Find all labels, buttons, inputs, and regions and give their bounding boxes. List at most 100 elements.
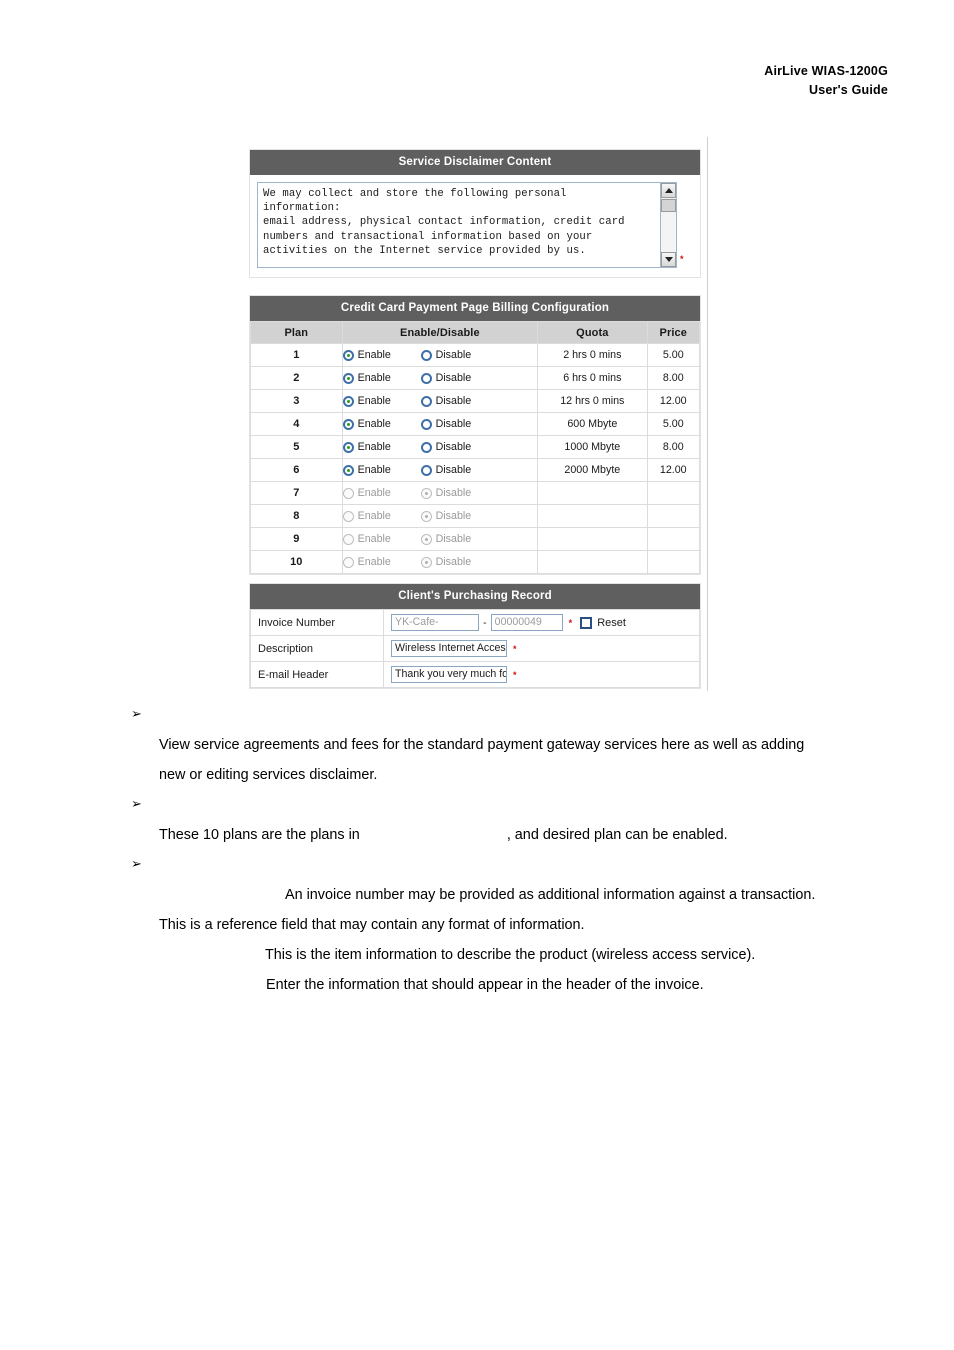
enable-radio[interactable]: Enable <box>342 372 421 384</box>
radio-icon[interactable] <box>342 556 354 568</box>
enable-radio-label: Enable <box>357 464 391 476</box>
enable-radio[interactable]: Enable <box>342 533 421 545</box>
disable-radio-label: Disable <box>435 441 472 453</box>
disable-radio[interactable]: Disable <box>420 464 472 476</box>
billing-configuration-panel: Credit Card Payment Page Billing Configu… <box>249 295 701 575</box>
invoice-number-cell: YK-Cafe- - 00000049 * Reset <box>383 609 700 636</box>
enable-disable-cell: Enable Disable <box>341 389 539 413</box>
radio-icon[interactable] <box>342 418 354 430</box>
enable-radio-label: Enable <box>357 533 391 545</box>
radio-icon[interactable] <box>420 418 432 430</box>
service-disclaimer-field-wrap: We may collect and store the following p… <box>257 182 694 268</box>
paragraph-email-header: Enter the information that should appear… <box>266 977 704 993</box>
radio-icon[interactable] <box>420 510 432 522</box>
plan-number: 3 <box>250 389 343 413</box>
enable-radio[interactable]: Enable <box>342 487 421 499</box>
radio-icon[interactable] <box>342 349 354 361</box>
enable-radio-label: Enable <box>357 395 391 407</box>
table-row: 2 Enable Disable 6 hrs 0 mins 8.00 <box>250 366 700 390</box>
enable-radio[interactable]: Enable <box>342 510 421 522</box>
description-row: Description Wireless Internet Acces * <box>250 635 700 662</box>
radio-icon[interactable] <box>420 372 432 384</box>
radio-icon[interactable] <box>342 372 354 384</box>
disable-radio[interactable]: Disable <box>420 349 471 361</box>
invoice-serial-input[interactable]: 00000049 <box>490 614 563 631</box>
paragraph-invoice-number: An invoice number may be provided as add… <box>285 887 816 903</box>
service-disclaimer-text[interactable]: We may collect and store the following p… <box>258 183 660 267</box>
radio-icon[interactable] <box>420 441 432 453</box>
radio-icon[interactable] <box>342 487 354 499</box>
enable-radio-label: Enable <box>357 418 391 430</box>
disable-radio[interactable]: Disable <box>420 418 472 430</box>
price-value <box>646 504 700 528</box>
plan-number: 7 <box>250 481 343 505</box>
bullet-arrow-icon: ➢ <box>131 707 142 722</box>
enable-radio[interactable]: Enable <box>342 556 421 568</box>
bullet-row-3: ➢ <box>0 850 954 880</box>
disable-radio-label: Disable <box>435 533 472 545</box>
radio-icon[interactable] <box>342 441 354 453</box>
scroll-up-arrow-icon[interactable] <box>661 183 676 198</box>
radio-icon[interactable] <box>342 510 354 522</box>
disable-radio[interactable]: Disable <box>420 372 471 384</box>
disable-radio[interactable]: Disable <box>420 533 472 545</box>
enable-radio[interactable]: Enable <box>342 418 421 430</box>
bullet-arrow-icon: ➢ <box>131 857 142 872</box>
bullet-arrow-icon: ➢ <box>131 797 142 812</box>
disable-radio-label: Disable <box>435 464 472 476</box>
scrollbar-thumb[interactable] <box>661 199 676 212</box>
radio-icon[interactable] <box>420 464 432 476</box>
disable-radio[interactable]: Disable <box>420 441 472 453</box>
description-cell: Wireless Internet Acces * <box>383 635 700 662</box>
disable-radio[interactable]: Disable <box>420 395 471 407</box>
enable-disable-cell: Enable Disable <box>341 481 539 505</box>
email-header-required-marker: * <box>513 669 517 680</box>
plan-number: 4 <box>250 412 343 436</box>
radio-icon[interactable] <box>342 464 354 476</box>
table-row: 5 Enable Disable 1000 Mbyte 8.00 <box>250 435 700 459</box>
client-purchasing-record-panel: Client's Purchasing Record Invoice Numbe… <box>249 583 701 689</box>
header-product-line: AirLive WIAS-1200G <box>764 64 888 78</box>
quota-value <box>537 550 648 574</box>
billing-configuration-title: Credit Card Payment Page Billing Configu… <box>250 296 700 321</box>
radio-icon[interactable] <box>420 533 432 545</box>
price-value: 8.00 <box>646 366 700 390</box>
quota-value: 1000 Mbyte <box>537 435 648 459</box>
table-row: 6 Enable Disable 2000 Mbyte 12.00 <box>250 458 700 482</box>
price-value: 5.00 <box>646 412 700 436</box>
enable-disable-cell: Enable Disable <box>341 366 539 390</box>
service-disclaimer-textarea[interactable]: We may collect and store the following p… <box>257 182 677 268</box>
paragraph-plans-part1: These 10 plans are the plans in <box>159 827 360 843</box>
enable-radio[interactable]: Enable <box>342 441 421 453</box>
radio-icon[interactable] <box>420 349 432 361</box>
radio-icon[interactable] <box>342 395 354 407</box>
disable-radio[interactable]: Disable <box>420 556 471 568</box>
description-input[interactable]: Wireless Internet Acces <box>391 640 507 657</box>
disable-radio[interactable]: Disable <box>420 487 471 499</box>
enable-disable-cell: Enable Disable <box>341 504 539 528</box>
price-value <box>646 481 700 505</box>
reset-checkbox[interactable] <box>580 616 593 629</box>
enable-radio[interactable]: Enable <box>342 349 421 361</box>
enable-radio[interactable]: Enable <box>342 464 421 476</box>
radio-icon[interactable] <box>420 395 432 407</box>
enable-radio-label: Enable <box>357 510 391 522</box>
reset-label[interactable]: Reset <box>597 617 626 629</box>
table-row: 10 Enable Disable <box>250 550 700 574</box>
radio-icon[interactable] <box>420 487 432 499</box>
email-header-input[interactable]: Thank you very much fo <box>391 666 507 683</box>
bullet-row-2: ➢ <box>0 790 954 820</box>
enable-radio[interactable]: Enable <box>342 395 421 407</box>
table-header-row: Plan Enable/Disable Quota Price <box>250 321 700 344</box>
radio-icon[interactable] <box>342 533 354 545</box>
disable-radio[interactable]: Disable <box>420 510 471 522</box>
scroll-down-arrow-icon[interactable] <box>661 252 676 267</box>
plan-number: 10 <box>250 550 343 574</box>
textarea-scrollbar[interactable] <box>660 183 676 267</box>
invoice-prefix-input[interactable]: YK-Cafe- <box>391 614 479 631</box>
client-purchasing-record-title: Client's Purchasing Record <box>250 584 700 609</box>
enable-disable-cell: Enable Disable <box>341 458 539 482</box>
header-guide-line: User's Guide <box>808 83 888 97</box>
disable-radio-label: Disable <box>435 418 472 430</box>
radio-icon[interactable] <box>420 556 432 568</box>
